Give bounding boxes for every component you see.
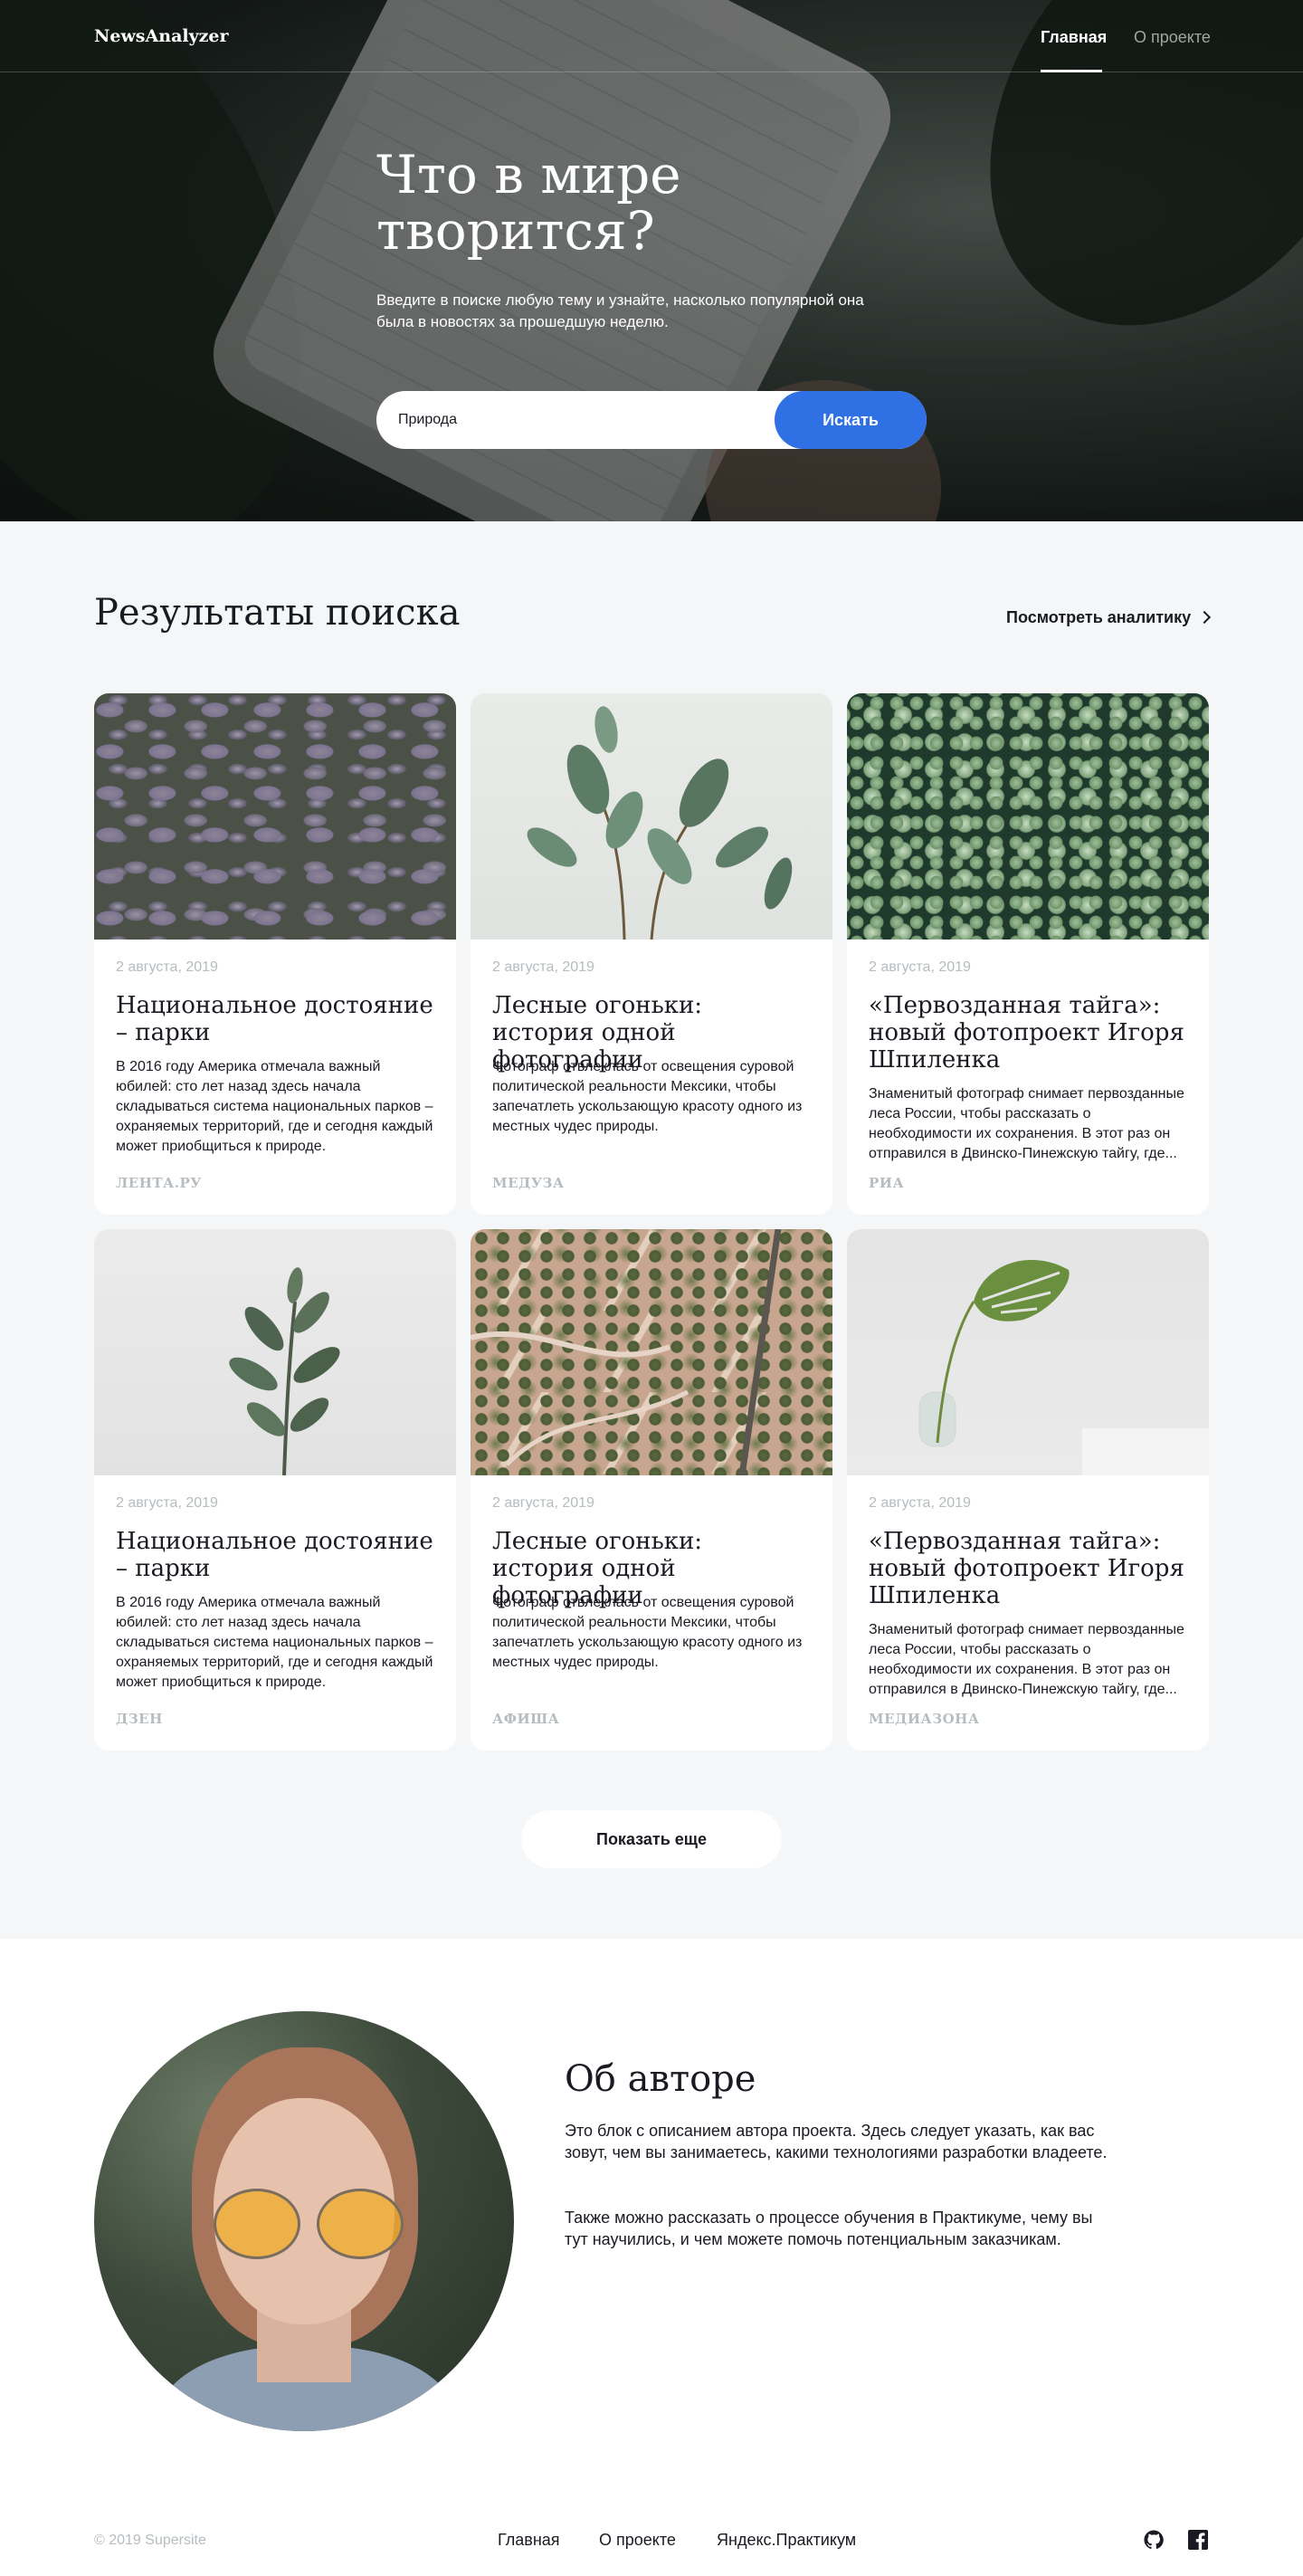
news-card[interactable]: 2 августа, 2019 «Первозданная тайга»: но… xyxy=(847,1229,1209,1751)
hero-section: NewsAnalyzer Главная О проекте Что в мир… xyxy=(0,0,1303,521)
search-form: Искать xyxy=(376,391,927,449)
about-paragraph: Также можно рассказать о процессе обучен… xyxy=(565,2209,1093,2248)
card-source: ДЗЕН xyxy=(116,1711,163,1727)
card-title: Национальное достояние – парки xyxy=(116,1528,433,1582)
card-text: Фотограф отвлеклась от освещения суровой… xyxy=(492,1059,803,1134)
card-date: 2 августа, 2019 xyxy=(492,959,594,975)
results-title: Результаты поиска xyxy=(94,592,461,634)
card-source: ЛЕНТА.РУ xyxy=(116,1175,202,1191)
card-text: В 2016 году Америка отмечала важный юбил… xyxy=(116,1059,433,1154)
card-date: 2 августа, 2019 xyxy=(492,1495,594,1511)
card-source: РИА xyxy=(869,1175,905,1191)
analytics-link[interactable]: Посмотреть аналитику xyxy=(1006,608,1212,627)
logo[interactable]: NewsAnalyzer xyxy=(94,26,229,46)
search-button[interactable]: Искать xyxy=(775,391,927,449)
github-icon[interactable] xyxy=(1144,2530,1164,2550)
card-title: Национальное достояние – парки xyxy=(116,992,433,1046)
author-avatar xyxy=(94,2011,514,2431)
site-header: NewsAnalyzer Главная О проекте xyxy=(0,0,1303,72)
hero-subtitle: Введите в поиске любую тему и узнайте, н… xyxy=(376,291,864,330)
show-more-button[interactable]: Показать еще xyxy=(521,1810,782,1868)
footer-link-praktikum[interactable]: Яндекс.Практикум xyxy=(717,2531,856,2550)
card-source: МЕДИАЗОНА xyxy=(869,1711,980,1727)
card-text: В 2016 году Америка отмечала важный юбил… xyxy=(116,1595,433,1690)
chevron-right-icon xyxy=(1198,610,1212,625)
card-source: АФИША xyxy=(492,1711,560,1727)
nav-about-link[interactable]: О проекте xyxy=(1134,28,1211,47)
results-section: Результаты поиска Посмотреть аналитику 2… xyxy=(0,521,1303,1939)
search-input[interactable] xyxy=(398,391,760,449)
news-card[interactable]: 2 августа, 2019 Лесные огоньки: история … xyxy=(471,693,832,1215)
footer-link-about[interactable]: О проекте xyxy=(599,2531,676,2550)
card-image xyxy=(847,693,1209,940)
copyright: © 2019 Supersite xyxy=(94,2533,206,2548)
about-paragraph: Это блок с описанием автора проекта. Зде… xyxy=(565,2122,1108,2161)
nav-active-indicator xyxy=(1041,70,1102,72)
card-date: 2 августа, 2019 xyxy=(869,959,971,975)
card-image xyxy=(847,1229,1209,1475)
news-card[interactable]: 2 августа, 2019 «Первозданная тайга»: но… xyxy=(847,693,1209,1215)
footer-link-home[interactable]: Главная xyxy=(498,2531,560,2550)
card-source: МЕДУЗА xyxy=(492,1175,565,1191)
hero-title: Что в мире творится? xyxy=(376,144,681,262)
card-date: 2 августа, 2019 xyxy=(116,1495,218,1511)
card-title: «Первозданная тайга»: новый фотопроект И… xyxy=(869,1528,1184,1609)
card-image xyxy=(94,1229,456,1476)
card-image xyxy=(471,693,832,940)
nav-home-link[interactable]: Главная xyxy=(1041,28,1107,47)
card-image xyxy=(94,693,456,940)
card-text: Знаменитый фотограф снимает первозданные… xyxy=(869,1622,1184,1697)
card-date: 2 августа, 2019 xyxy=(869,1495,971,1511)
news-card[interactable]: 2 августа, 2019 Национальное достояние –… xyxy=(94,693,456,1215)
card-image xyxy=(471,1229,832,1476)
about-title: Об авторе xyxy=(565,2058,756,2100)
news-card[interactable]: 2 августа, 2019 Национальное достояние –… xyxy=(94,1229,456,1751)
facebook-icon[interactable] xyxy=(1188,2530,1208,2550)
card-text: Фотограф отвлеклась от освещения суровой… xyxy=(492,1595,803,1670)
card-text: Знаменитый фотограф снимает первозданные… xyxy=(869,1086,1184,1161)
news-card[interactable]: 2 августа, 2019 Лесные огоньки: история … xyxy=(471,1229,832,1751)
analytics-link-label: Посмотреть аналитику xyxy=(1006,608,1192,626)
card-title: «Первозданная тайга»: новый фотопроект И… xyxy=(869,992,1184,1073)
card-date: 2 августа, 2019 xyxy=(116,959,218,975)
